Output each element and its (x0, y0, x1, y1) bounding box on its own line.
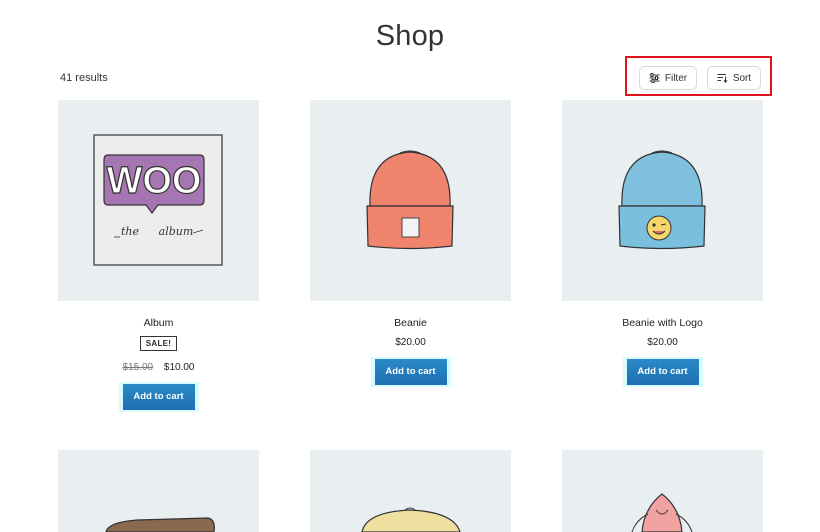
product-card-beanie: Beanie $20.00 Add to cart (310, 100, 511, 387)
product-image-beanie[interactable] (310, 100, 511, 301)
sliders-icon (649, 73, 660, 83)
product-image-album[interactable]: WOO the album (58, 100, 259, 301)
product-image-hat[interactable] (310, 450, 511, 532)
cap-artwork (105, 517, 215, 532)
album-artwork: WOO the album (93, 134, 223, 266)
product-card-hoodie (562, 450, 763, 532)
product-image-cap[interactable] (58, 450, 259, 532)
sort-label: Sort (732, 72, 752, 84)
product-price: $20.00 (395, 337, 426, 348)
sort-button[interactable]: Sort (707, 66, 761, 90)
product-name[interactable]: Album (58, 317, 259, 329)
beanie-artwork (366, 150, 454, 250)
product-name[interactable]: Beanie (310, 317, 511, 329)
add-to-cart-button[interactable]: Add to cart (626, 359, 699, 385)
add-to-cart-focus-ring: Add to cart (370, 357, 451, 387)
album-art-woo-text: WOO (107, 160, 202, 202)
product-card-album: WOO the album Album SALE! $15.00 $10.00 … (58, 100, 259, 412)
product-name[interactable]: Beanie with Logo (562, 317, 763, 329)
product-card-hat (310, 450, 511, 532)
beanie-logo-artwork (618, 150, 706, 250)
add-to-cart-button[interactable]: Add to cart (122, 384, 195, 410)
filter-label: Filter (664, 72, 688, 84)
original-price: $15.00 (122, 362, 154, 373)
album-art-album-text: album (159, 225, 194, 238)
album-art-the-text: the (121, 225, 140, 238)
sale-badge: SALE! (139, 336, 178, 351)
product-card-beanie-with-logo: Beanie with Logo $20.00 Add to cart (562, 100, 763, 387)
sale-price: $10.00 (163, 362, 195, 373)
sort-icon (717, 73, 728, 83)
shop-page: Shop 41 results Filter Sort WOO the albu… (0, 0, 820, 532)
product-price: $15.00 $10.00 (58, 362, 259, 373)
product-image-hoodie[interactable] (562, 450, 763, 532)
add-to-cart-button[interactable]: Add to cart (374, 359, 447, 385)
hoodie-artwork (631, 493, 693, 532)
product-image-beanie-with-logo[interactable] (562, 100, 763, 301)
add-to-cart-focus-ring: Add to cart (622, 357, 703, 387)
filter-button[interactable]: Filter (639, 66, 697, 90)
result-count: 41 results (60, 72, 108, 84)
hat-artwork (361, 507, 461, 532)
add-to-cart-focus-ring: Add to cart (118, 382, 199, 412)
product-card-cap (58, 450, 259, 532)
product-price: $20.00 (647, 337, 678, 348)
page-title: Shop (375, 20, 445, 52)
